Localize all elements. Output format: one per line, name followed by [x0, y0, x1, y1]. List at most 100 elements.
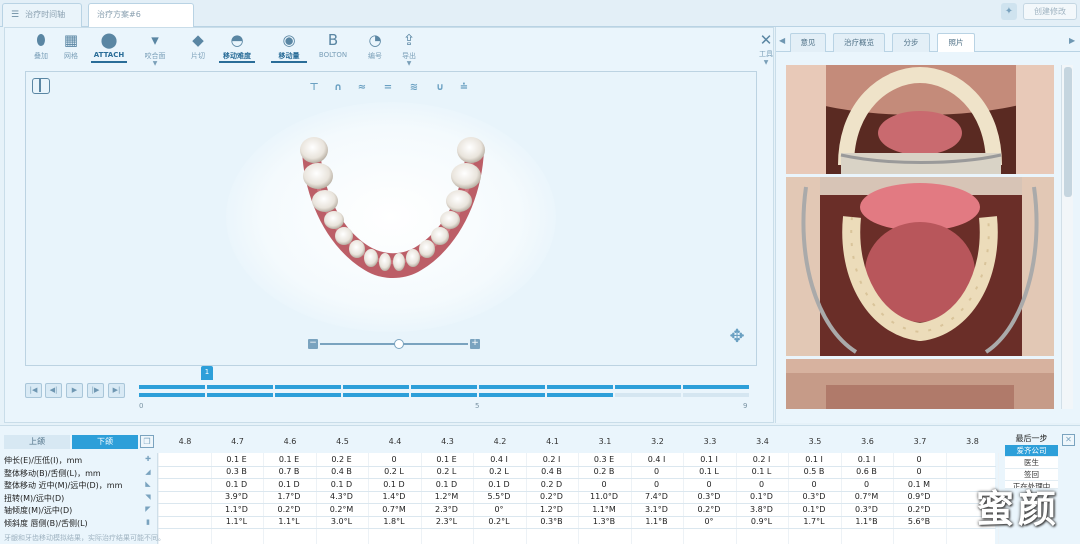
timeline-segment-lower[interactable]	[275, 393, 341, 397]
table-cell: 0.3°D	[855, 504, 878, 514]
tool-movement-difficulty[interactable]: ◓ 移动难度	[219, 28, 255, 63]
timeline-segment-upper[interactable]	[411, 385, 477, 389]
tab-treatment-plan[interactable]: 治疗方案#6 07/21/2019	[88, 3, 194, 41]
tool-grid[interactable]: ▦ 网格	[53, 28, 89, 61]
timeline-segment-upper[interactable]	[615, 385, 681, 389]
attachment-icon: ⬤	[100, 31, 118, 49]
close-icon[interactable]: ✕	[1062, 434, 1075, 446]
last-stage-button[interactable]: ▶|	[108, 383, 125, 398]
lightbulb-icon[interactable]: ✦	[1001, 3, 1017, 20]
tool-export[interactable]: ⇪ 导出 ▼	[391, 28, 427, 67]
timeline-segment-upper[interactable]	[479, 385, 545, 389]
timeline-segment-lower[interactable]	[479, 393, 545, 397]
teeth-group	[300, 137, 485, 271]
intraoral-photo-lower[interactable]	[786, 177, 1054, 359]
play-button[interactable]: ▶	[66, 383, 83, 398]
view-arch-icon[interactable]: ∩	[331, 82, 345, 93]
upper-jaw-tab[interactable]: 上颌	[4, 435, 70, 449]
stage-timeline[interactable]: 1 0 5 9	[139, 366, 749, 413]
table-cell: 1.8°L	[383, 517, 405, 526]
table-cell: 0.9°L	[750, 517, 773, 526]
timeline-end-label: 9	[743, 402, 748, 410]
zoom-knob[interactable]	[394, 339, 404, 349]
tool-label: 咬合面	[144, 52, 166, 60]
layout-toggle-icon[interactable]	[32, 78, 50, 94]
movement-type-icon: ◢	[145, 467, 151, 476]
timeline-segment-upper[interactable]	[207, 385, 273, 389]
view-front-icon[interactable]: =	[381, 82, 395, 93]
main-panel: ⬮ 叠加 ▦ 网格 ⬤ ATTACH ▾ 咬合面 ▼ ◆ 片切 ◓ 移动难度 ◉…	[4, 27, 774, 423]
table-cell: 0.3 E	[593, 454, 615, 464]
tool-bolton[interactable]: B BOLTON	[315, 28, 351, 59]
copy-icon[interactable]: ❐	[140, 435, 154, 448]
timeline-segment-upper[interactable]	[139, 385, 205, 389]
view-right-icon[interactable]: ≈	[355, 82, 369, 93]
tooth-number-header: 4.7	[231, 437, 244, 446]
view-bottom-icon[interactable]: ≐	[457, 82, 471, 93]
view-top-icon[interactable]: ⊤	[307, 82, 321, 93]
zoom-in-button[interactable]: +	[470, 339, 480, 349]
timeline-segment-lower[interactable]	[615, 393, 681, 397]
table-cell: 0.1 L	[751, 467, 772, 476]
3d-viewer[interactable]: ⊤ ∩ ≈ = ≋ ∪ ≐ − + ✥	[25, 71, 757, 366]
lower-dental-arch[interactable]	[288, 130, 498, 288]
last-step-option-company[interactable]: 爱齐公司	[1005, 445, 1058, 457]
timeline-segment-upper[interactable]	[683, 385, 749, 389]
lower-jaw-tab[interactable]: 下颌	[72, 435, 138, 449]
tool-label: BOLTON	[318, 51, 348, 59]
next-stage-button[interactable]: |▶	[87, 383, 104, 398]
tab-opinion[interactable]: 意见	[790, 33, 826, 52]
table-cell: 1.1°L	[225, 517, 248, 526]
pan-navigation-icon[interactable]: ✥	[726, 326, 748, 348]
timeline-segment-upper[interactable]	[547, 385, 613, 389]
timeline-start-label: 0	[139, 402, 144, 410]
tab-overview[interactable]: 治疗概览	[833, 33, 885, 52]
create-modification-button[interactable]: 创建修改	[1023, 3, 1077, 20]
timeline-segment-upper[interactable]	[343, 385, 409, 389]
tool-movement-amount[interactable]: ◉ 移动量	[271, 28, 307, 63]
photo-scrollbar[interactable]	[1061, 65, 1073, 409]
timeline-segment-lower[interactable]	[411, 393, 477, 397]
prev-stage-button[interactable]: ◀|	[45, 383, 62, 398]
tab-photos[interactable]: 照片	[937, 33, 975, 52]
view-left-icon[interactable]: ≋	[407, 82, 421, 93]
tool-occlusal[interactable]: ▾ 咬合面 ▼	[137, 28, 173, 67]
tool-numbering[interactable]: ◔ 编号	[357, 28, 393, 61]
table-cell: 7.4°D	[645, 492, 668, 501]
timeline-segment-lower[interactable]	[683, 393, 749, 397]
tool-label: 导出	[402, 52, 416, 60]
table-cell: 0	[706, 479, 712, 489]
intraoral-photo-front[interactable]	[786, 359, 1054, 409]
scrollbar-thumb[interactable]	[1064, 67, 1072, 197]
timeline-segment-lower[interactable]	[547, 393, 613, 397]
tool-ipr[interactable]: ◆ 片切	[180, 28, 216, 61]
row-label: 轴倾度(M)/远中(D)	[4, 506, 73, 515]
table-cell: 0.1 M	[907, 479, 931, 489]
zoom-out-button[interactable]: −	[308, 339, 318, 349]
timeline-segment-lower[interactable]	[139, 393, 205, 397]
intraoral-photo-upper[interactable]	[786, 65, 1054, 177]
timeline-segment-lower[interactable]	[207, 393, 273, 397]
tooth-number-header: 4.4	[388, 437, 402, 446]
tab-steps[interactable]: 分步	[892, 33, 930, 52]
stage-marker[interactable]: 1	[201, 366, 213, 380]
table-cell: 0.7°M	[382, 504, 406, 514]
last-step-option-doctor[interactable]: 医生	[1005, 457, 1058, 469]
timeline-segment-lower[interactable]	[343, 393, 409, 397]
tab-scroll-left-icon[interactable]: ◀	[779, 36, 785, 45]
view-lower-icon[interactable]: ∪	[433, 82, 447, 93]
row-label: 整体移动 近中(M)/远中(D)，mm	[4, 481, 123, 490]
last-step-option-signed[interactable]: 签回	[1005, 469, 1058, 481]
tab-timeline[interactable]: ☰ 治疗时间轴	[2, 3, 82, 27]
zoom-slider[interactable]: − +	[308, 338, 480, 350]
table-cell: 0.4 I	[490, 454, 508, 464]
tool-attach[interactable]: ⬤ ATTACH	[91, 28, 127, 63]
table-cell: 0.1 D	[435, 479, 458, 489]
tab-scroll-right-icon[interactable]: ▶	[1069, 36, 1075, 45]
table-cell: 1.1°B	[855, 517, 878, 526]
first-stage-button[interactable]: |◀	[25, 383, 42, 398]
table-cell: 0.9°D	[907, 492, 931, 501]
tools-label: 工具	[759, 50, 773, 58]
timeline-segment-upper[interactable]	[275, 385, 341, 389]
table-cell: 0.1 I	[805, 454, 823, 464]
